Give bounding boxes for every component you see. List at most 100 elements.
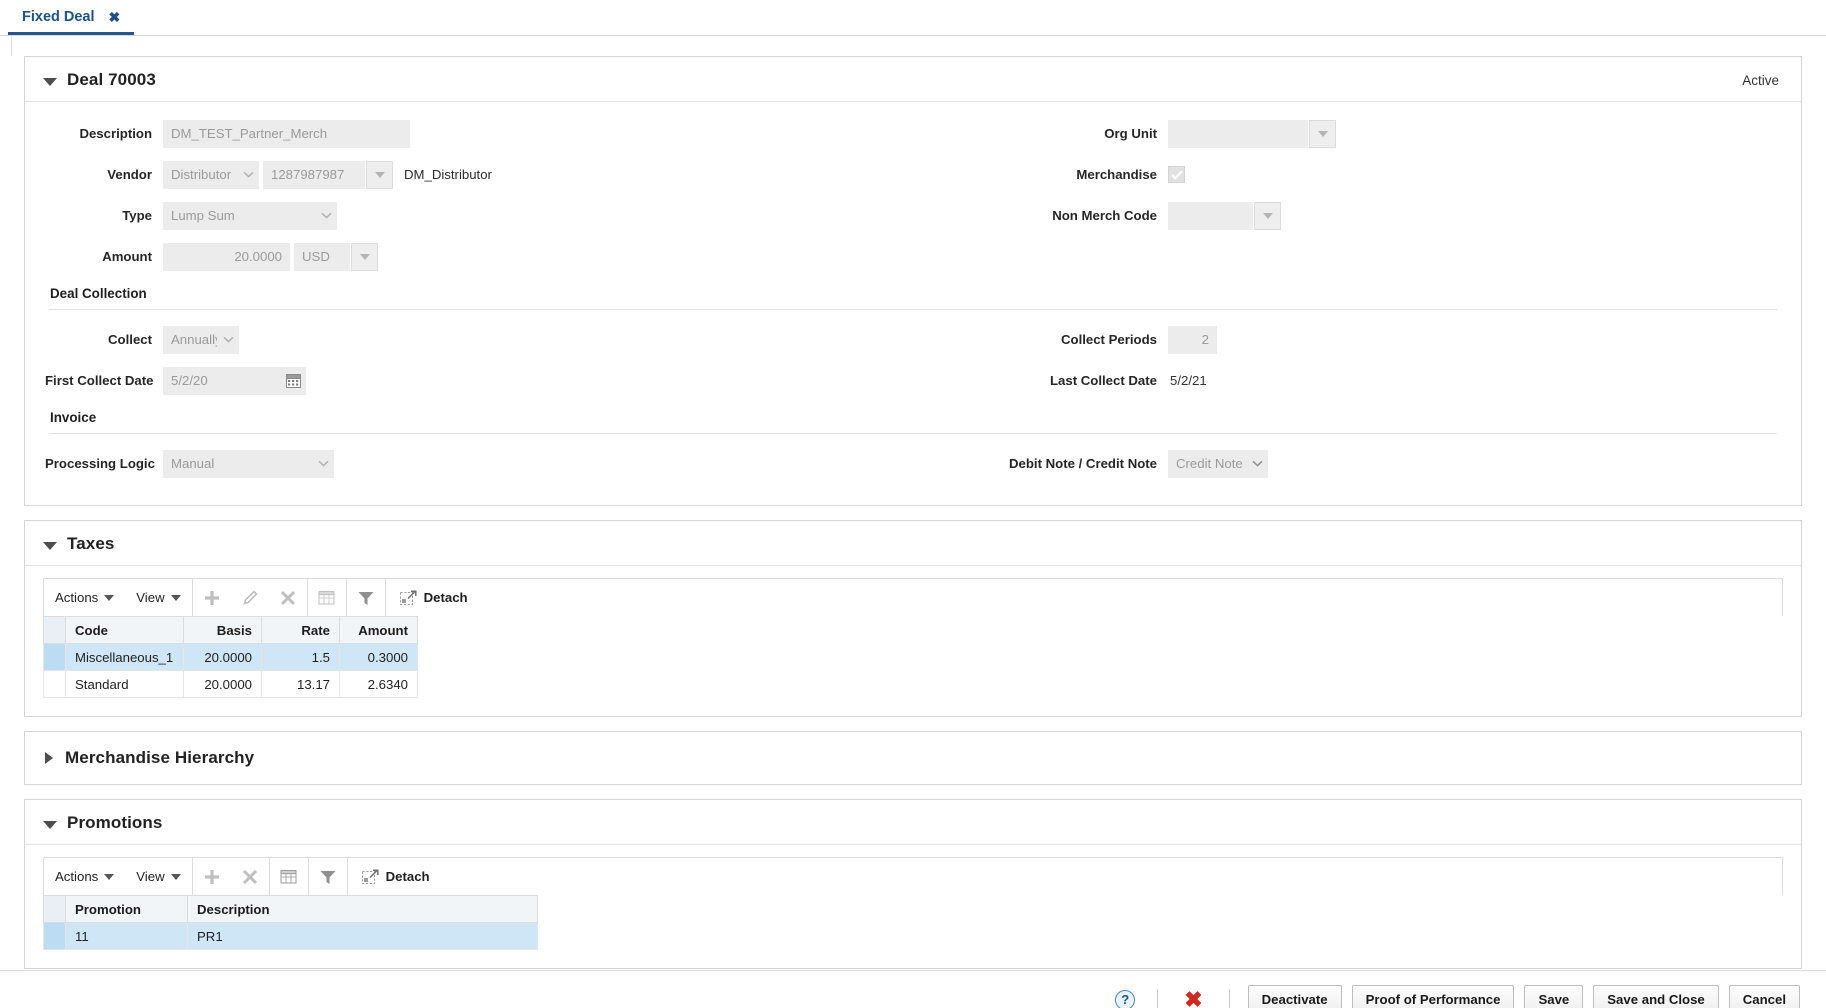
taxes-row-filler bbox=[418, 671, 1783, 698]
org-unit-lov-button[interactable] bbox=[1309, 120, 1336, 148]
chevron-down-icon[interactable] bbox=[237, 161, 259, 189]
amount-input[interactable]: 20.0000 bbox=[163, 243, 290, 271]
taxes-title: Taxes bbox=[67, 534, 114, 554]
cancel-button[interactable]: Cancel bbox=[1729, 985, 1800, 1008]
promotions-cell-promotion: 11 bbox=[66, 923, 188, 950]
merchandise-checkbox[interactable] bbox=[1168, 166, 1185, 183]
taxes-filter-button[interactable] bbox=[347, 579, 385, 616]
collect-select[interactable]: Annually bbox=[163, 326, 239, 354]
chevron-down-icon[interactable] bbox=[217, 326, 239, 354]
invoice-divider bbox=[49, 433, 1777, 434]
org-unit-input[interactable] bbox=[1168, 120, 1308, 148]
merchandise-hierarchy-panel: Merchandise Hierarchy bbox=[24, 731, 1802, 785]
taxes-view-menu[interactable]: View bbox=[125, 579, 191, 616]
help-icon[interactable]: ? bbox=[1115, 990, 1135, 1008]
taxes-col-rate[interactable]: Rate bbox=[262, 617, 340, 644]
taxes-col-basis[interactable]: Basis bbox=[184, 617, 262, 644]
promotions-filter-button[interactable] bbox=[309, 858, 347, 895]
calendar-icon[interactable] bbox=[280, 367, 306, 395]
promotions-col-promotion[interactable]: Promotion bbox=[66, 896, 188, 923]
tab-fixed-deal[interactable]: Fixed Deal ✖ bbox=[8, 0, 134, 35]
description-input[interactable]: DM_TEST_Partner_Merch bbox=[163, 120, 410, 148]
promotions-delete-button[interactable] bbox=[231, 858, 269, 895]
detach-icon bbox=[362, 869, 379, 885]
collapse-triangle-icon[interactable] bbox=[43, 542, 57, 550]
table-row[interactable]: 11 PR1 bbox=[44, 923, 1783, 950]
taxes-add-button[interactable] bbox=[193, 579, 231, 616]
promotions-col-description[interactable]: Description bbox=[188, 896, 538, 923]
deal-form: Description DM_TEST_Partner_Merch Vendor… bbox=[25, 102, 1801, 505]
collect-periods-input[interactable]: 2 bbox=[1168, 326, 1217, 354]
last-collect-date-value: 5/2/21 bbox=[1168, 367, 1215, 395]
chevron-down-icon bbox=[104, 595, 114, 601]
vendor-id-input[interactable]: 1287987987 bbox=[263, 161, 365, 189]
promotions-export-excel-button[interactable] bbox=[270, 858, 308, 895]
processing-logic-select[interactable]: Manual bbox=[163, 450, 334, 478]
invoice-title: Invoice bbox=[50, 410, 1801, 425]
chevron-down-icon bbox=[104, 874, 114, 880]
taxes-cell-amount: 2.6340 bbox=[340, 671, 418, 698]
taxes-edit-button[interactable] bbox=[231, 579, 269, 616]
taxes-delete-button[interactable] bbox=[269, 579, 307, 616]
error-icon[interactable]: ✖ bbox=[1184, 989, 1202, 1008]
promotions-actions-menu[interactable]: Actions bbox=[44, 858, 125, 895]
merchandise-hierarchy-header[interactable]: Merchandise Hierarchy bbox=[25, 732, 1801, 784]
debit-credit-note-select[interactable]: Credit Note bbox=[1168, 450, 1268, 478]
first-collect-date-value: 5/2/20 bbox=[163, 367, 280, 395]
save-and-close-button[interactable]: Save and Close bbox=[1593, 985, 1718, 1008]
promotions-header-row: Promotion Description bbox=[44, 896, 1783, 923]
type-label: Type bbox=[45, 208, 163, 223]
first-collect-date-field[interactable]: 5/2/20 bbox=[163, 367, 306, 395]
vendor-type-select[interactable]: Distributor bbox=[163, 161, 259, 189]
collapse-triangle-icon[interactable] bbox=[43, 78, 57, 86]
taxes-col-amount[interactable]: Amount bbox=[340, 617, 418, 644]
non-merch-code-label: Non Merch Code bbox=[913, 208, 1168, 223]
taxes-panel: Taxes Actions View bbox=[24, 520, 1802, 717]
promotions-view-menu[interactable]: View bbox=[125, 858, 191, 895]
collapse-triangle-icon[interactable] bbox=[43, 821, 57, 829]
chevron-down-icon[interactable] bbox=[312, 450, 334, 478]
proof-of-performance-button[interactable]: Proof of Performance bbox=[1352, 985, 1515, 1008]
org-unit-label: Org Unit bbox=[913, 126, 1168, 141]
save-button[interactable]: Save bbox=[1524, 985, 1583, 1008]
non-merch-code-lov-button[interactable] bbox=[1254, 202, 1281, 230]
currency-input[interactable]: USD bbox=[294, 243, 350, 271]
table-row[interactable]: Standard 20.0000 13.17 2.6340 bbox=[44, 671, 1783, 698]
vendor-row: Vendor Distributor 1287987987 DM_Distrib… bbox=[25, 157, 913, 192]
promotions-add-button[interactable] bbox=[193, 858, 231, 895]
table-row[interactable]: Miscellaneous_1 20.0000 1.5 0.3000 bbox=[44, 644, 1783, 671]
merchandise-hierarchy-title: Merchandise Hierarchy bbox=[65, 748, 254, 768]
taxes-section-header: Taxes bbox=[25, 521, 1801, 566]
taxes-row-filler bbox=[418, 644, 1783, 671]
deactivate-button[interactable]: Deactivate bbox=[1248, 985, 1342, 1008]
close-icon[interactable]: ✖ bbox=[109, 10, 121, 24]
taxes-cell-code: Standard bbox=[66, 671, 184, 698]
taxes-cell-basis: 20.0000 bbox=[184, 671, 262, 698]
currency-lov-button[interactable] bbox=[351, 243, 378, 271]
taxes-actions-menu[interactable]: Actions bbox=[44, 579, 125, 616]
deal-collection-title: Deal Collection bbox=[50, 286, 1801, 301]
row-handle[interactable] bbox=[44, 671, 66, 698]
deal-form-right-column: Org Unit Merchandise Non Merch Code bbox=[913, 116, 1801, 280]
taxes-export-excel-button[interactable] bbox=[308, 579, 346, 616]
vendor-type-value: Distributor bbox=[163, 161, 237, 189]
row-handle[interactable] bbox=[44, 644, 66, 671]
collect-label: Collect bbox=[45, 332, 163, 347]
processing-logic-row: Processing Logic Manual bbox=[25, 446, 913, 481]
vendor-label: Vendor bbox=[45, 167, 163, 182]
add-icon bbox=[203, 589, 221, 607]
promotions-detach-button[interactable]: Detach bbox=[348, 858, 444, 895]
description-label: Description bbox=[45, 126, 163, 141]
taxes-cell-code: Miscellaneous_1 bbox=[66, 644, 184, 671]
expand-triangle-icon[interactable] bbox=[45, 752, 53, 764]
chevron-down-icon[interactable] bbox=[1246, 450, 1268, 478]
description-row: Description DM_TEST_Partner_Merch bbox=[25, 116, 913, 151]
vendor-lov-button[interactable] bbox=[366, 161, 393, 189]
triangle-down-icon bbox=[360, 254, 370, 260]
non-merch-code-input[interactable] bbox=[1168, 202, 1253, 230]
type-select[interactable]: Lump Sum bbox=[163, 202, 337, 230]
taxes-detach-button[interactable]: Detach bbox=[386, 579, 482, 616]
taxes-col-code[interactable]: Code bbox=[66, 617, 184, 644]
row-handle[interactable] bbox=[44, 923, 66, 950]
chevron-down-icon[interactable] bbox=[315, 202, 337, 230]
